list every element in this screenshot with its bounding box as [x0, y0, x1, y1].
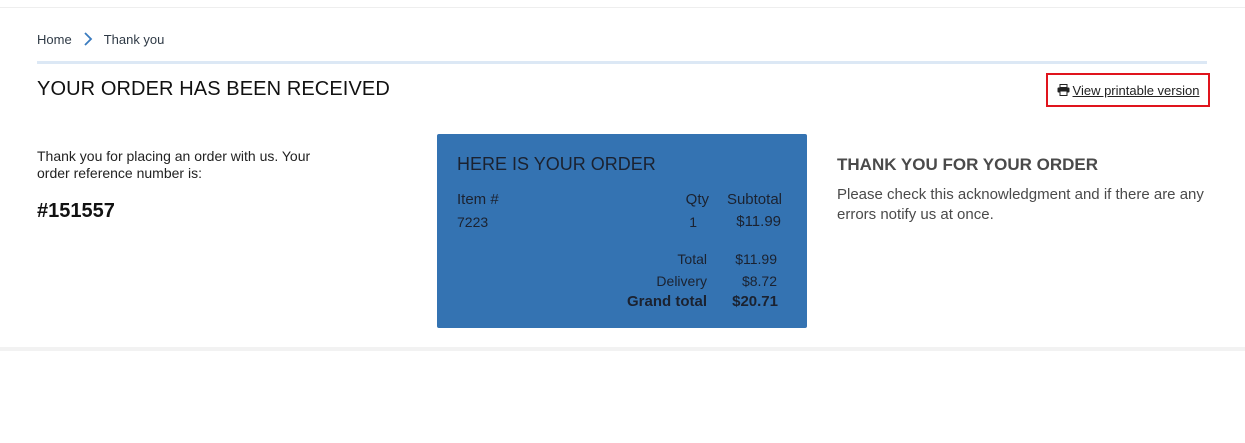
breadcrumb-home-link[interactable]: Home [37, 32, 72, 47]
grand-total-value: $20.71 [732, 293, 778, 310]
printer-icon [1057, 84, 1070, 96]
header-qty: Qty [685, 191, 709, 208]
order-intro-text: Thank you for placing an order with us. … [37, 148, 311, 181]
item-subtotal: $11.99 [736, 213, 781, 230]
grand-total-label: Grand total [626, 293, 707, 310]
total-label: Total [677, 251, 707, 267]
chevron-right-icon [80, 31, 96, 47]
breadcrumb: Home Thank you [37, 31, 164, 47]
delivery-value: $8.72 [741, 273, 777, 289]
print-link-highlight[interactable]: View printable version [1046, 73, 1210, 107]
header-item: Item # [457, 191, 499, 208]
item-number: 7223 [457, 214, 489, 230]
thank-you-heading: THANK YOU FOR YOUR ORDER [837, 155, 1099, 174]
title-divider [37, 61, 1207, 64]
page-title: YOUR ORDER HAS BEEN RECEIVED [37, 78, 390, 100]
top-divider [0, 7, 1245, 8]
item-qty: 1 [689, 214, 697, 230]
header-subtotal: Subtotal [726, 191, 782, 208]
delivery-label: Delivery [656, 273, 707, 289]
breadcrumb-current: Thank you [103, 31, 165, 47]
bottom-divider [0, 347, 1245, 351]
print-link-label[interactable]: View printable version [1073, 83, 1200, 98]
view-printable-version-link[interactable]: View printable version [1057, 83, 1200, 98]
order-summary-title: HERE IS YOUR ORDER [457, 154, 656, 174]
total-value: $11.99 [735, 251, 777, 267]
order-reference-number: #151557 [37, 200, 115, 222]
thank-you-text: Please check this acknowledgment and if … [837, 186, 1204, 223]
order-summary-panel: HERE IS YOUR ORDER Item # Qty Subtotal 7… [437, 134, 807, 328]
